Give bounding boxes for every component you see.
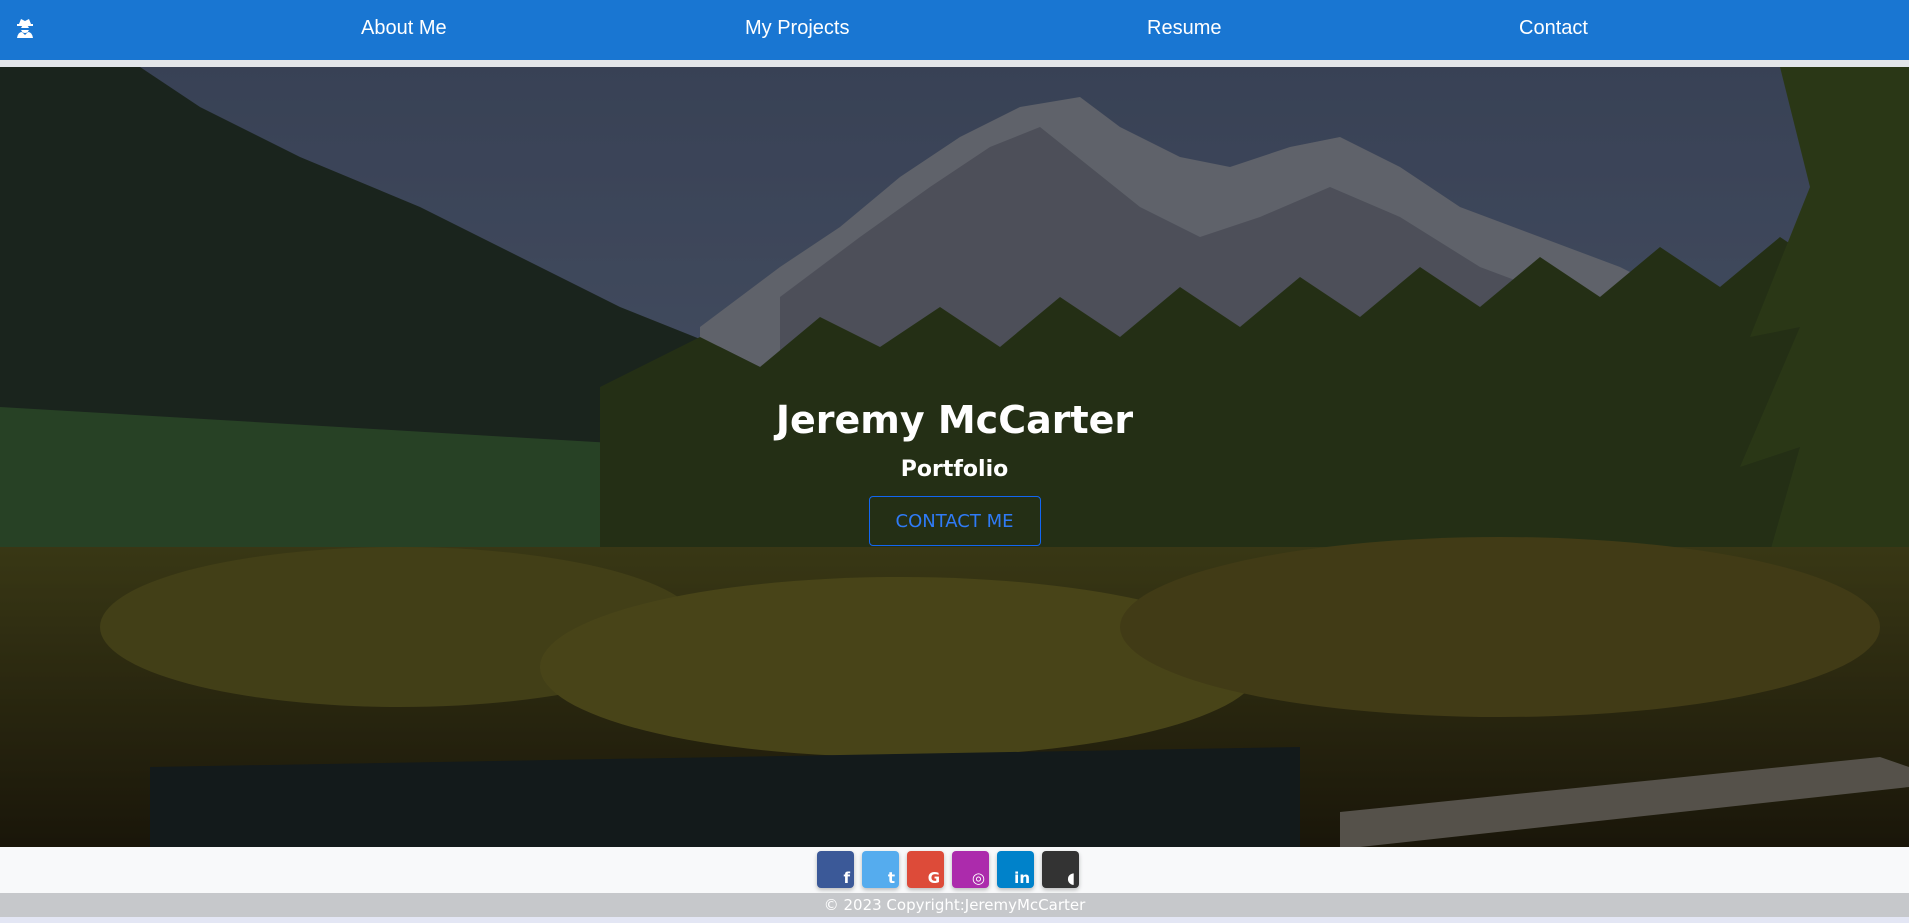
linkedin-icon[interactable]: in xyxy=(997,851,1034,888)
twitter-icon[interactable]: t xyxy=(862,851,899,888)
hero-section: Jeremy McCarter Portfolio CONTACT ME xyxy=(0,67,1909,847)
facebook-icon[interactable]: f xyxy=(817,851,854,888)
nav-about-me[interactable]: About Me xyxy=(361,16,447,40)
hero-subtitle: Portfolio xyxy=(900,457,1009,482)
footer: f t G ◎ in ◖ © 2023 Copyright:JeremyMcCa… xyxy=(0,847,1909,923)
github-icon[interactable]: ◖ xyxy=(1042,851,1079,888)
google-icon[interactable]: G xyxy=(907,851,944,888)
navbar: About Me My Projects Resume Contact xyxy=(0,0,1909,67)
nav-contact[interactable]: Contact xyxy=(1519,16,1588,40)
instagram-icon[interactable]: ◎ xyxy=(952,851,989,888)
nav-resume[interactable]: Resume xyxy=(1147,16,1221,40)
user-secret-icon[interactable] xyxy=(14,17,36,39)
hero-title: Jeremy McCarter xyxy=(775,398,1134,442)
footer-divider xyxy=(0,917,1909,923)
social-links: f t G ◎ in ◖ xyxy=(817,851,1079,888)
nav-my-projects[interactable]: My Projects xyxy=(745,16,849,40)
hero-content: Jeremy McCarter Portfolio CONTACT ME xyxy=(0,396,1909,546)
copyright-text: © 2023 Copyright:JeremyMcCarter xyxy=(0,893,1909,917)
contact-me-button[interactable]: CONTACT ME xyxy=(868,496,1041,546)
